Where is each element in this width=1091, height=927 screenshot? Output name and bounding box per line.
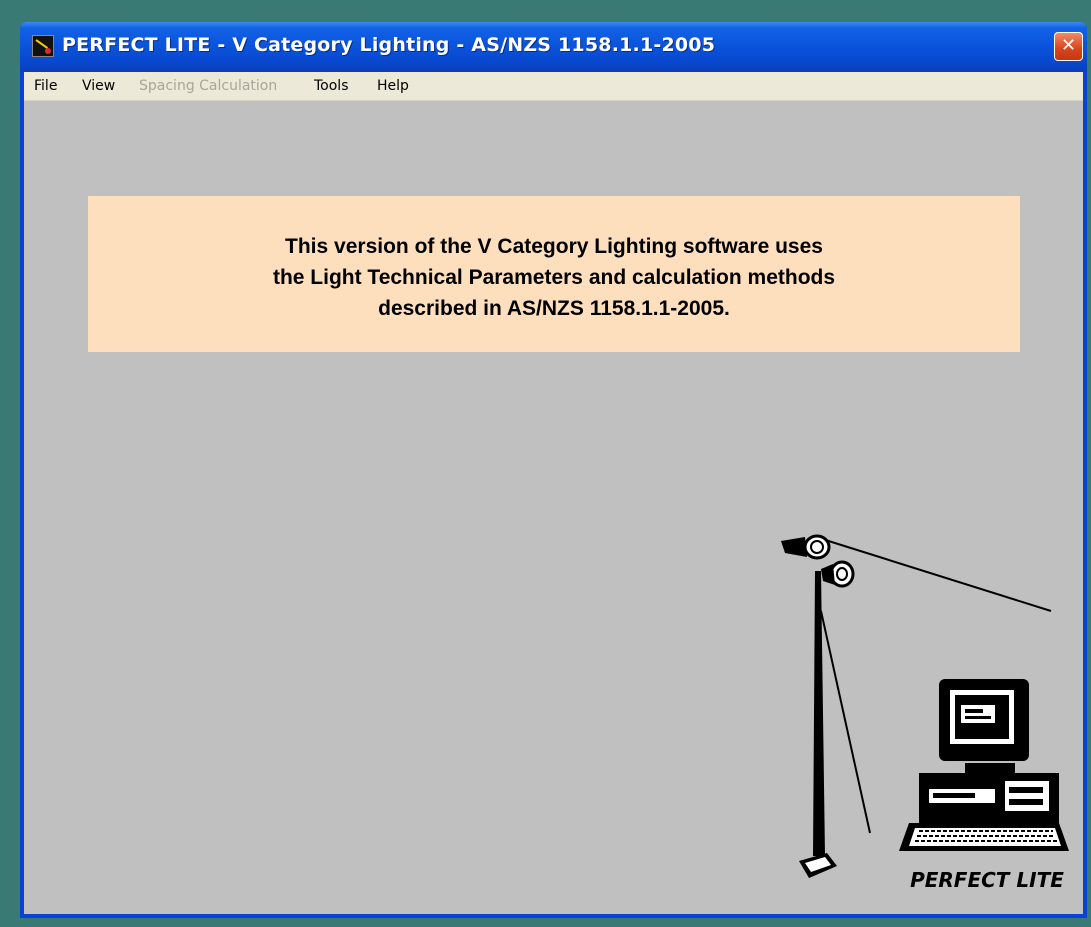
app-window: PERFECT LITE - V Category Lighting - AS/… [20, 22, 1087, 918]
menu-view[interactable]: View [82, 78, 115, 94]
version-notice: This version of the V Category Lighting … [88, 196, 1020, 352]
window-title: PERFECT LITE - V Category Lighting - AS/… [62, 34, 716, 56]
menu-file[interactable]: File [34, 78, 57, 94]
title-bar[interactable]: PERFECT LITE - V Category Lighting - AS/… [20, 22, 1087, 72]
logo-text: PERFECT LITE [910, 868, 1064, 892]
menu-tools[interactable]: Tools [314, 78, 349, 94]
close-button[interactable]: ✕ [1054, 32, 1083, 61]
client-area: This version of the V Category Lighting … [24, 101, 1083, 914]
notice-line-2: the Light Technical Parameters and calcu… [272, 266, 836, 289]
notice-line-1: This version of the V Category Lighting … [285, 235, 823, 258]
app-icon[interactable] [32, 35, 54, 57]
menu-spacing-calculation: Spacing Calculation [139, 78, 278, 94]
menu-help[interactable]: Help [377, 78, 409, 94]
menu-bar: File View Spacing Calculation Tools Help [24, 72, 1083, 101]
notice-line-3: described in AS/NZS 1158.1.1-2005. [378, 297, 730, 320]
perfect-lite-logo: PERFECT LITE [781, 534, 1069, 892]
